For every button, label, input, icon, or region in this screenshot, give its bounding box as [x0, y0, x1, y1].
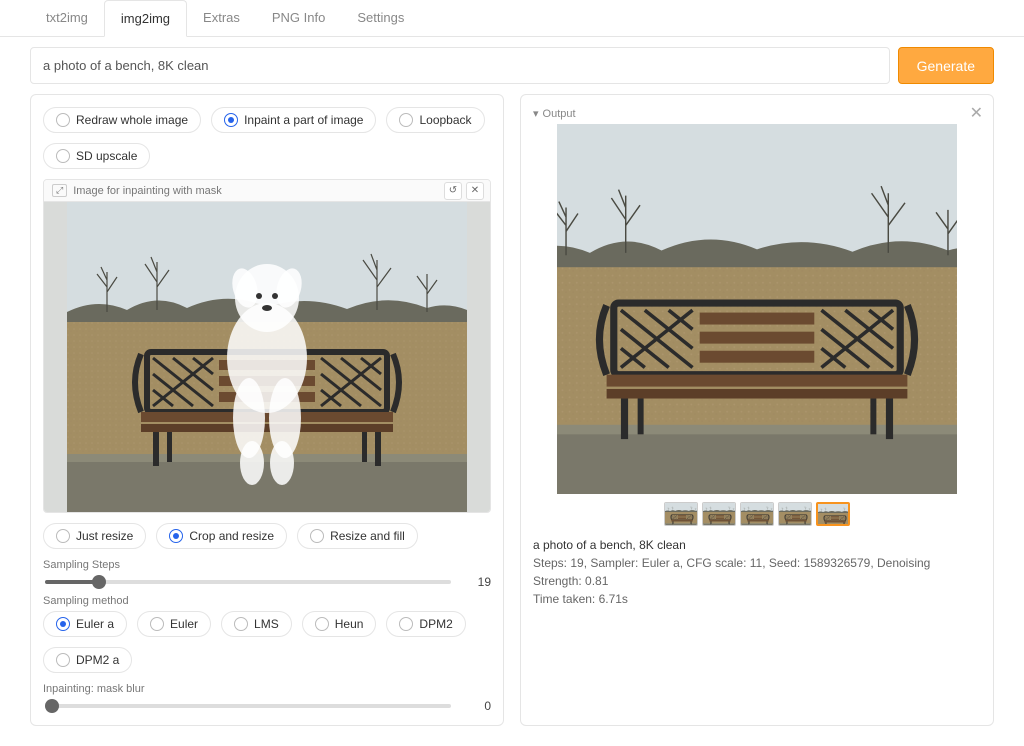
- sampler-radio-dpm2-a[interactable]: DPM2 a: [43, 647, 132, 673]
- output-thumb[interactable]: [740, 502, 774, 526]
- radio-dot-icon: [169, 529, 183, 543]
- left-panel: Redraw whole image Inpaint a part of imag…: [30, 94, 504, 726]
- output-params-line: Steps: 19, Sampler: Euler a, CFG scale: …: [533, 554, 981, 590]
- radio-dot-icon: [224, 113, 238, 127]
- radio-dot-icon: [310, 529, 324, 543]
- main-tabs: txt2imgimg2imgExtrasPNG InfoSettings: [0, 0, 1024, 37]
- output-close-icon[interactable]: ✕: [970, 103, 983, 123]
- close-icon[interactable]: ✕: [466, 182, 484, 200]
- inpaint-panel-label: Image for inpainting with mask: [73, 185, 222, 197]
- generate-button[interactable]: Generate: [898, 47, 994, 84]
- output-label: Output: [543, 108, 576, 120]
- sampling-method-group: Euler a Euler LMS Heun DPM2 DPM2 a: [43, 611, 491, 673]
- sampler-radio-label: DPM2 a: [76, 653, 119, 667]
- output-panel: ✕ ▾ Output a photo of a bench, 8K clean …: [520, 94, 994, 726]
- mode-radio-sd-upscale[interactable]: SD upscale: [43, 143, 150, 169]
- output-thumb[interactable]: [664, 502, 698, 526]
- radio-dot-icon: [399, 113, 413, 127]
- undo-icon[interactable]: ↺: [444, 182, 462, 200]
- sampler-radio-lms[interactable]: LMS: [221, 611, 292, 637]
- tab-settings[interactable]: Settings: [341, 0, 420, 36]
- sampler-radio-label: LMS: [254, 617, 279, 631]
- sampler-radio-euler[interactable]: Euler: [137, 611, 211, 637]
- tab-img2img[interactable]: img2img: [104, 0, 187, 37]
- sampling-steps-label: Sampling Steps: [43, 559, 491, 571]
- output-image[interactable]: [533, 124, 981, 494]
- radio-dot-icon: [399, 617, 413, 631]
- inpaint-canvas[interactable]: [44, 202, 490, 512]
- radio-dot-icon: [56, 149, 70, 163]
- expand-icon: ⤢: [52, 184, 67, 197]
- mode-radio-label: Redraw whole image: [76, 113, 188, 127]
- tab-extras[interactable]: Extras: [187, 0, 256, 36]
- output-thumbnails: [533, 502, 981, 526]
- sampler-radio-heun[interactable]: Heun: [302, 611, 377, 637]
- sampler-radio-label: DPM2: [419, 617, 452, 631]
- prompt-input[interactable]: a photo of a bench, 8K clean: [30, 47, 890, 84]
- radio-dot-icon: [56, 653, 70, 667]
- sampler-radio-label: Euler a: [76, 617, 114, 631]
- mask-blur-value: 0: [463, 699, 491, 713]
- output-thumb[interactable]: [778, 502, 812, 526]
- mask-blur-label: Inpainting: mask blur: [43, 683, 491, 695]
- sampler-radio-euler-a[interactable]: Euler a: [43, 611, 127, 637]
- resize-radio-label: Resize and fill: [330, 529, 405, 543]
- mode-radio-label: SD upscale: [76, 149, 137, 163]
- radio-dot-icon: [56, 529, 70, 543]
- resize-radio-just-resize[interactable]: Just resize: [43, 523, 146, 549]
- output-time-line: Time taken: 6.71s: [533, 590, 981, 608]
- sampling-method-label: Sampling method: [43, 595, 491, 607]
- resize-radio-label: Crop and resize: [189, 529, 274, 543]
- sampler-radio-label: Euler: [170, 617, 198, 631]
- radio-dot-icon: [56, 113, 70, 127]
- inpaint-image-panel: ⤢ Image for inpainting with mask ↺ ✕: [43, 179, 491, 513]
- mode-radio-loopback[interactable]: Loopback: [386, 107, 484, 133]
- radio-dot-icon: [56, 617, 70, 631]
- mask-blur-slider[interactable]: [45, 704, 451, 708]
- mode-radio-label: Loopback: [419, 113, 471, 127]
- resize-radio-crop-and-resize[interactable]: Crop and resize: [156, 523, 287, 549]
- sampler-radio-dpm2[interactable]: DPM2: [386, 611, 465, 637]
- radio-dot-icon: [315, 617, 329, 631]
- mode-radio-label: Inpaint a part of image: [244, 113, 363, 127]
- output-caret-icon: ▾: [533, 107, 539, 120]
- sampling-steps-value: 19: [463, 575, 491, 589]
- tab-png-info[interactable]: PNG Info: [256, 0, 341, 36]
- mode-radio-redraw-whole-image[interactable]: Redraw whole image: [43, 107, 201, 133]
- resize-radio-group: Just resize Crop and resize Resize and fil…: [43, 523, 491, 549]
- mode-radio-group: Redraw whole image Inpaint a part of imag…: [43, 107, 491, 169]
- mode-radio-inpaint-a-part-of-image[interactable]: Inpaint a part of image: [211, 107, 376, 133]
- radio-dot-icon: [234, 617, 248, 631]
- resize-radio-label: Just resize: [76, 529, 133, 543]
- radio-dot-icon: [150, 617, 164, 631]
- tab-txt2img[interactable]: txt2img: [30, 0, 104, 36]
- output-prompt-echo: a photo of a bench, 8K clean: [533, 536, 981, 554]
- sampler-radio-label: Heun: [335, 617, 364, 631]
- resize-radio-resize-and-fill[interactable]: Resize and fill: [297, 523, 418, 549]
- output-thumb[interactable]: [702, 502, 736, 526]
- output-thumb[interactable]: [816, 502, 850, 526]
